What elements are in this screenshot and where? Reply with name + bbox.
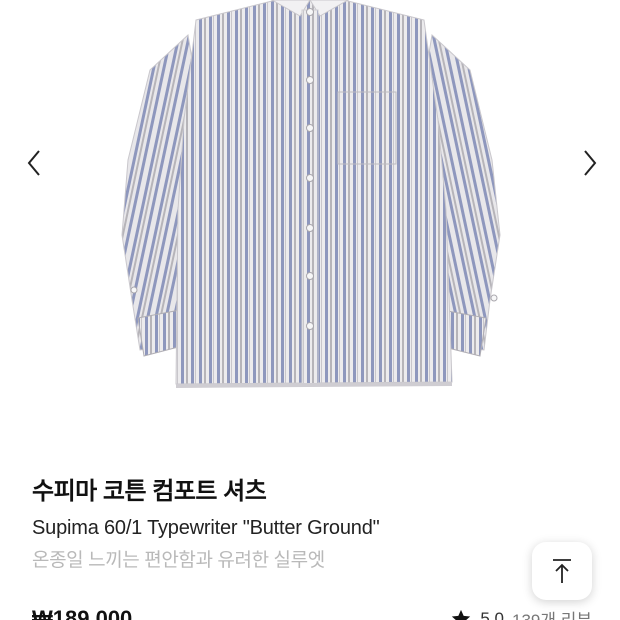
- product-info: 수피마 코튼 컴포트 셔츠 Supima 60/1 Typewriter "Bu…: [32, 478, 592, 573]
- product-description: 온종일 느끼는 편안함과 유려한 실루엣: [32, 550, 325, 571]
- price-rating-row: ₩189,000 5.0 139개 리뷰: [32, 602, 592, 620]
- next-image-button[interactable]: [576, 146, 604, 180]
- product-image: [121, 0, 501, 388]
- star-icon: [452, 609, 471, 620]
- chevron-right-icon: [584, 150, 597, 176]
- review-count: 139개 리뷰: [512, 606, 592, 620]
- product-price: ₩189,000: [32, 606, 133, 620]
- product-title-english: Supima 60/1 Typewriter "Butter Ground": [32, 517, 380, 539]
- product-image-gallery[interactable]: [0, 0, 620, 440]
- chevron-left-icon: [27, 150, 40, 176]
- scroll-to-top-button[interactable]: [532, 542, 592, 600]
- arrow-up-to-line-icon: [553, 559, 571, 583]
- previous-image-button[interactable]: [20, 146, 48, 180]
- product-title-korean: 수피마 코튼 컴포트 셔츠: [32, 478, 267, 505]
- rating-summary[interactable]: 5.0 139개 리뷰: [450, 606, 592, 620]
- rating-value: 5.0: [480, 608, 504, 620]
